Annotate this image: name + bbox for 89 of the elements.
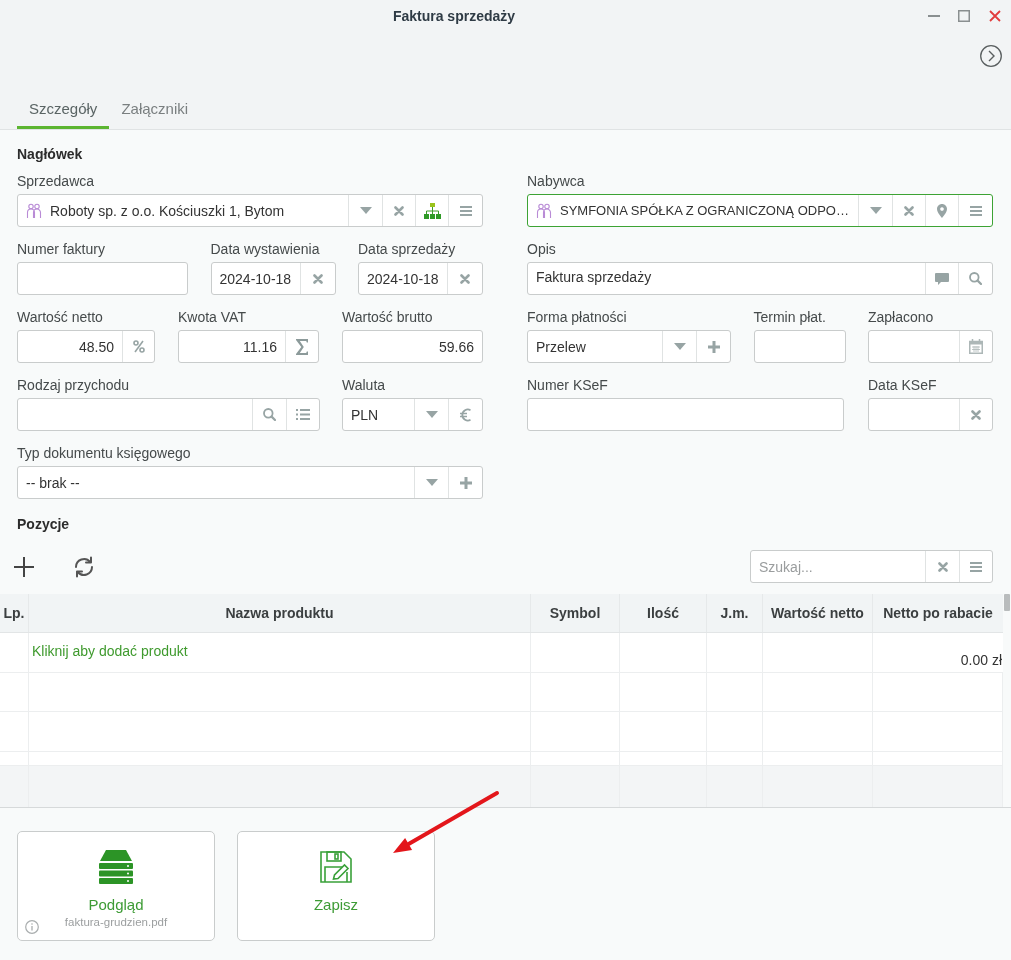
ksef-number-input[interactable] bbox=[527, 398, 844, 431]
clear-icon bbox=[904, 205, 914, 216]
gross-value-input[interactable]: 59.66 bbox=[342, 330, 483, 363]
vat-amount-field[interactable]: 11.16 bbox=[178, 330, 319, 363]
tab[interactable]: Załączniki bbox=[109, 87, 201, 129]
info-icon bbox=[25, 920, 39, 934]
buyer-combobox[interactable]: SYMFONIA SPÓŁKA Z OGRANICZONĄ ODPO… bbox=[527, 194, 993, 227]
payment-method-select[interactable]: Przelew bbox=[527, 330, 731, 363]
comment-icon bbox=[935, 272, 949, 285]
section-title: Pozycje bbox=[17, 515, 70, 534]
preview-button[interactable]: Podgląd faktura-grudzien.pdf bbox=[17, 831, 215, 941]
ksef-date-field[interactable] bbox=[868, 398, 993, 431]
save-button[interactable]: Zapisz bbox=[237, 831, 435, 941]
menu-icon bbox=[459, 205, 472, 216]
field-label: Nabywca bbox=[527, 172, 585, 191]
field-label: Wartość netto bbox=[17, 308, 103, 327]
search-field[interactable]: Szukaj... bbox=[750, 550, 993, 583]
search-icon bbox=[969, 272, 982, 285]
currency-select[interactable]: PLN bbox=[342, 398, 483, 431]
income-type-field[interactable] bbox=[17, 398, 320, 431]
contact-group-icon bbox=[536, 202, 552, 219]
calendar-icon bbox=[969, 339, 983, 354]
tab[interactable]: Szczegóły bbox=[17, 87, 110, 129]
field-label: Data wystawienia bbox=[210, 240, 320, 259]
map-pin-icon bbox=[937, 203, 947, 218]
field-label: Data KSeF bbox=[868, 376, 937, 395]
field-label: Rodzaj przychodu bbox=[17, 376, 130, 395]
scrollbar-thumb[interactable] bbox=[1004, 594, 1010, 611]
column-header: Wartość netto bbox=[771, 604, 864, 623]
field-label: Waluta bbox=[342, 376, 386, 395]
column-header: Ilość bbox=[647, 604, 679, 623]
maximize-icon[interactable] bbox=[958, 10, 970, 22]
sum-icon bbox=[295, 338, 309, 355]
table-cell-text: 0.00 zł bbox=[960, 652, 1002, 670]
field-label: Sprzedawca bbox=[17, 172, 95, 191]
field-label: Typ dokumentu księgowego bbox=[17, 444, 191, 463]
menu-icon bbox=[969, 205, 982, 216]
caret-down-icon bbox=[425, 479, 438, 486]
percent-icon bbox=[132, 340, 145, 353]
invoice-number-input[interactable] bbox=[17, 262, 188, 295]
clear-icon bbox=[937, 561, 948, 572]
search-icon bbox=[263, 408, 276, 421]
column-header: Lp. bbox=[3, 604, 25, 623]
caret-down-icon bbox=[673, 343, 686, 350]
section-title: Nagłówek bbox=[17, 145, 84, 164]
window-title: Faktura sprzedaży bbox=[392, 8, 516, 24]
contact-group-icon bbox=[26, 202, 42, 219]
sale-date-field[interactable]: 2024-10-18 bbox=[358, 262, 483, 295]
caret-down-icon bbox=[869, 207, 882, 214]
field-label: Forma płatności bbox=[527, 308, 627, 327]
field-label: Termin płat. bbox=[753, 308, 826, 327]
field-label: Opis bbox=[527, 240, 556, 259]
seller-combobox[interactable]: Roboty sp. z o.o. Kościuszki 1, Bytom bbox=[17, 194, 483, 227]
field-label: Numer faktury bbox=[17, 240, 105, 259]
clear-icon bbox=[460, 273, 470, 284]
paid-date-field[interactable] bbox=[868, 330, 993, 363]
net-value-field[interactable]: 48.50 bbox=[17, 330, 155, 363]
issue-date-field[interactable]: 2024-10-18 bbox=[210, 262, 336, 295]
field-label: Data sprzedaży bbox=[358, 240, 456, 259]
column-header: Nazwa produktu bbox=[225, 604, 334, 623]
refresh-icon[interactable] bbox=[73, 555, 95, 578]
add-product-link[interactable]: Kliknij aby dodać produkt bbox=[32, 643, 188, 659]
caret-down-icon bbox=[425, 411, 438, 418]
server-stack-icon bbox=[99, 850, 133, 884]
hierarchy-icon bbox=[423, 202, 441, 219]
plus-icon bbox=[707, 340, 720, 353]
euro-icon bbox=[459, 407, 472, 422]
column-header: Symbol bbox=[549, 604, 601, 623]
column-header: J.m. bbox=[720, 604, 749, 623]
clear-icon bbox=[312, 273, 323, 284]
close-icon[interactable] bbox=[989, 10, 1001, 22]
field-label: Numer KSeF bbox=[527, 376, 608, 395]
search-input[interactable]: Szukaj... bbox=[751, 551, 925, 582]
field-label: Kwota VAT bbox=[178, 308, 246, 327]
menu-icon bbox=[970, 561, 982, 572]
payment-term-input[interactable] bbox=[753, 330, 846, 363]
clear-icon bbox=[394, 205, 404, 216]
clear-icon bbox=[971, 409, 981, 420]
column-header: Netto po rabacie bbox=[883, 604, 993, 623]
document-type-select[interactable]: -- brak -- bbox=[17, 466, 483, 499]
add-icon[interactable] bbox=[13, 555, 35, 578]
list-icon bbox=[296, 409, 310, 420]
description-field[interactable]: Faktura sprzedaży bbox=[527, 262, 993, 295]
field-label: Zapłacono bbox=[868, 308, 934, 327]
floppy-disk-pencil-icon bbox=[320, 851, 352, 883]
file-name: faktura-grudzien.pdf bbox=[64, 916, 168, 928]
plus-icon bbox=[459, 476, 472, 489]
field-label: Wartość brutto bbox=[342, 308, 433, 327]
caret-down-icon bbox=[359, 207, 372, 214]
